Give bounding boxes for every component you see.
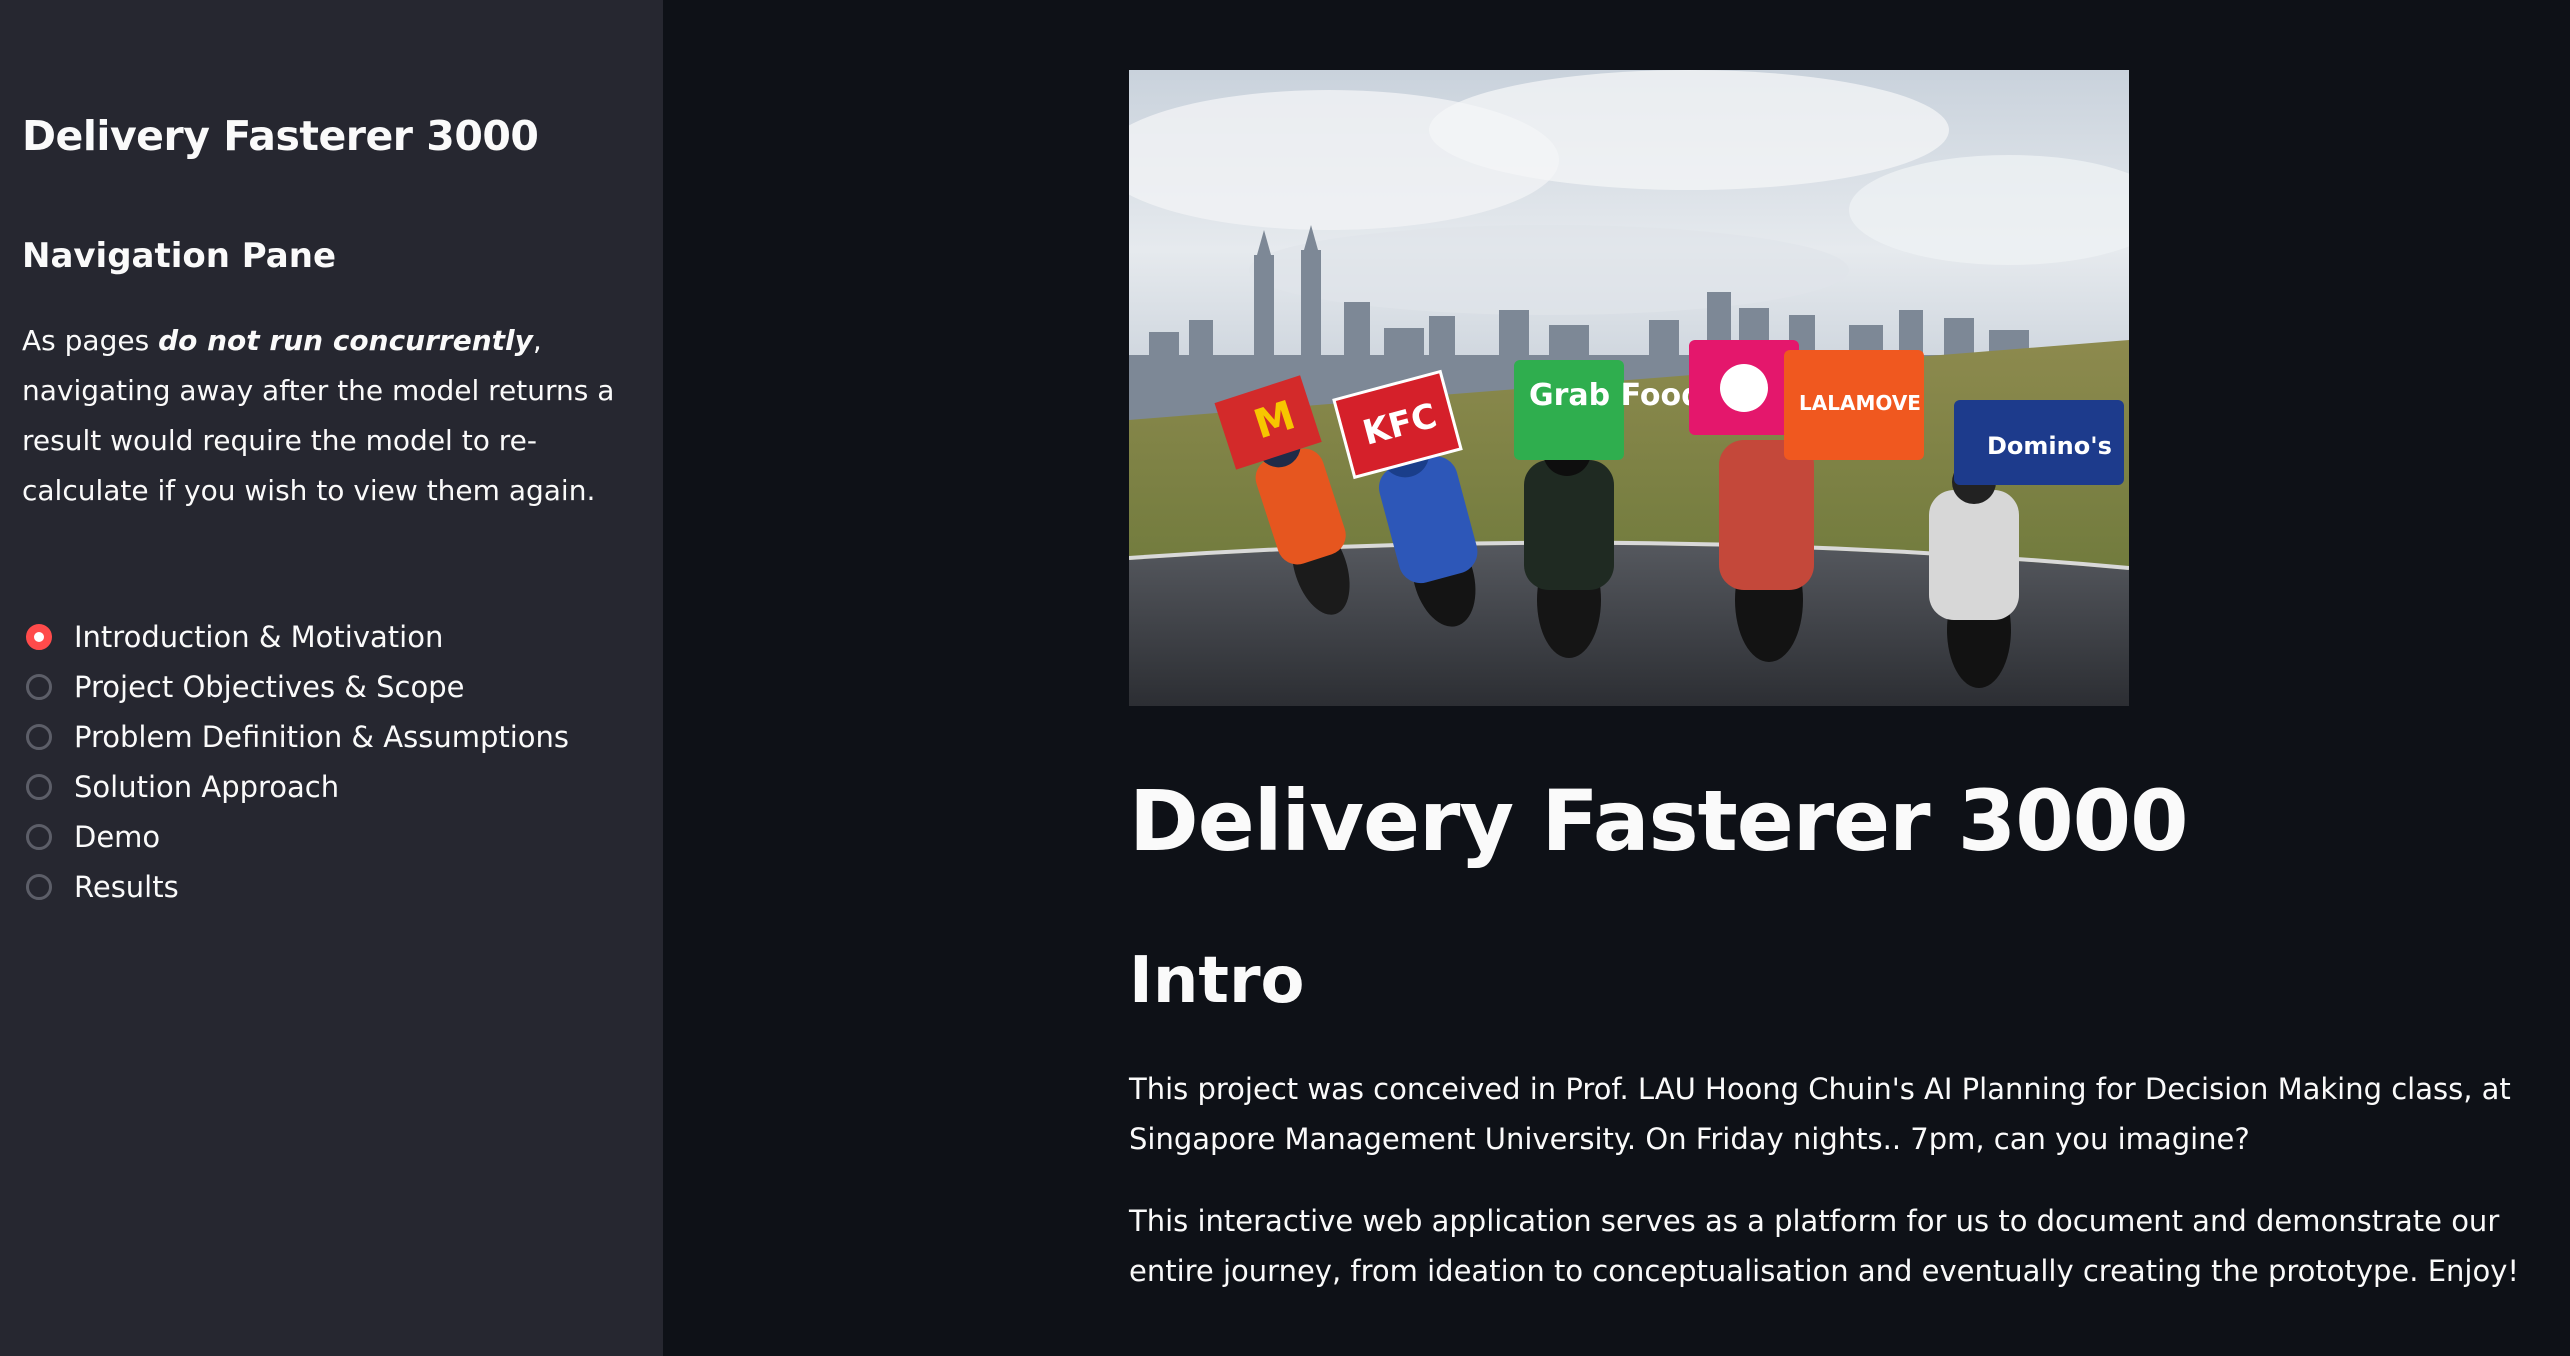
delivery-riders-illustration: M KFC Grab Food LALAMOVE Domino's [1129, 70, 2129, 706]
nav-option-label: Introduction & Motivation [74, 620, 444, 654]
nav-option-label: Project Objectives & Scope [74, 670, 465, 704]
radio-button-icon[interactable] [26, 724, 52, 750]
lalamove-sign: LALAMOVE [1799, 391, 1921, 415]
hero-image: M KFC Grab Food LALAMOVE Domino's [1129, 70, 2129, 706]
radio-button-icon[interactable] [26, 824, 52, 850]
nav-option-results[interactable]: Results [26, 862, 569, 912]
sidebar-title: Delivery Fasterer 3000 [22, 112, 539, 160]
sidebar-note: As pages do not run concurrently, naviga… [22, 316, 632, 516]
nav-option-introduction[interactable]: Introduction & Motivation [26, 612, 569, 662]
sidebar: Delivery Fasterer 3000 Navigation Pane A… [0, 0, 663, 1356]
intro-paragraph-2: This interactive web application serves … [1129, 1204, 2520, 1288]
navigation-radio-group: Introduction & Motivation Project Object… [26, 612, 569, 912]
nav-option-objectives[interactable]: Project Objectives & Scope [26, 662, 569, 712]
radio-button-icon[interactable] [26, 674, 52, 700]
sidebar-subtitle: Navigation Pane [22, 236, 337, 276]
nav-option-label: Problem Definition & Assumptions [74, 720, 570, 754]
radio-button-icon[interactable] [26, 624, 52, 650]
app-root: Delivery Fasterer 3000 Navigation Pane A… [0, 0, 2570, 1356]
nav-option-label: Results [74, 870, 179, 904]
nav-option-solution-approach[interactable]: Solution Approach [26, 762, 569, 812]
dominos-sign: Domino's [1987, 432, 2112, 460]
grab-food-sign: Grab Food [1529, 378, 1703, 413]
nav-option-problem-definition[interactable]: Problem Definition & Assumptions [26, 712, 569, 762]
page-title: Delivery Fasterer 3000 [1129, 772, 2189, 870]
radio-button-icon[interactable] [26, 774, 52, 800]
radio-button-icon[interactable] [26, 874, 52, 900]
note-prefix: As pages [22, 324, 159, 357]
section-title-intro: Intro [1129, 944, 1305, 1018]
note-emphasis: do not run concurrently [158, 324, 533, 357]
nav-option-label: Demo [74, 820, 161, 854]
nav-option-label: Solution Approach [74, 770, 340, 804]
intro-paragraph-1: This project was conceived in Prof. LAU … [1129, 1072, 2511, 1156]
main-content: M KFC Grab Food LALAMOVE Domino's Delive… [663, 0, 2570, 1356]
nav-option-demo[interactable]: Demo [26, 812, 569, 862]
